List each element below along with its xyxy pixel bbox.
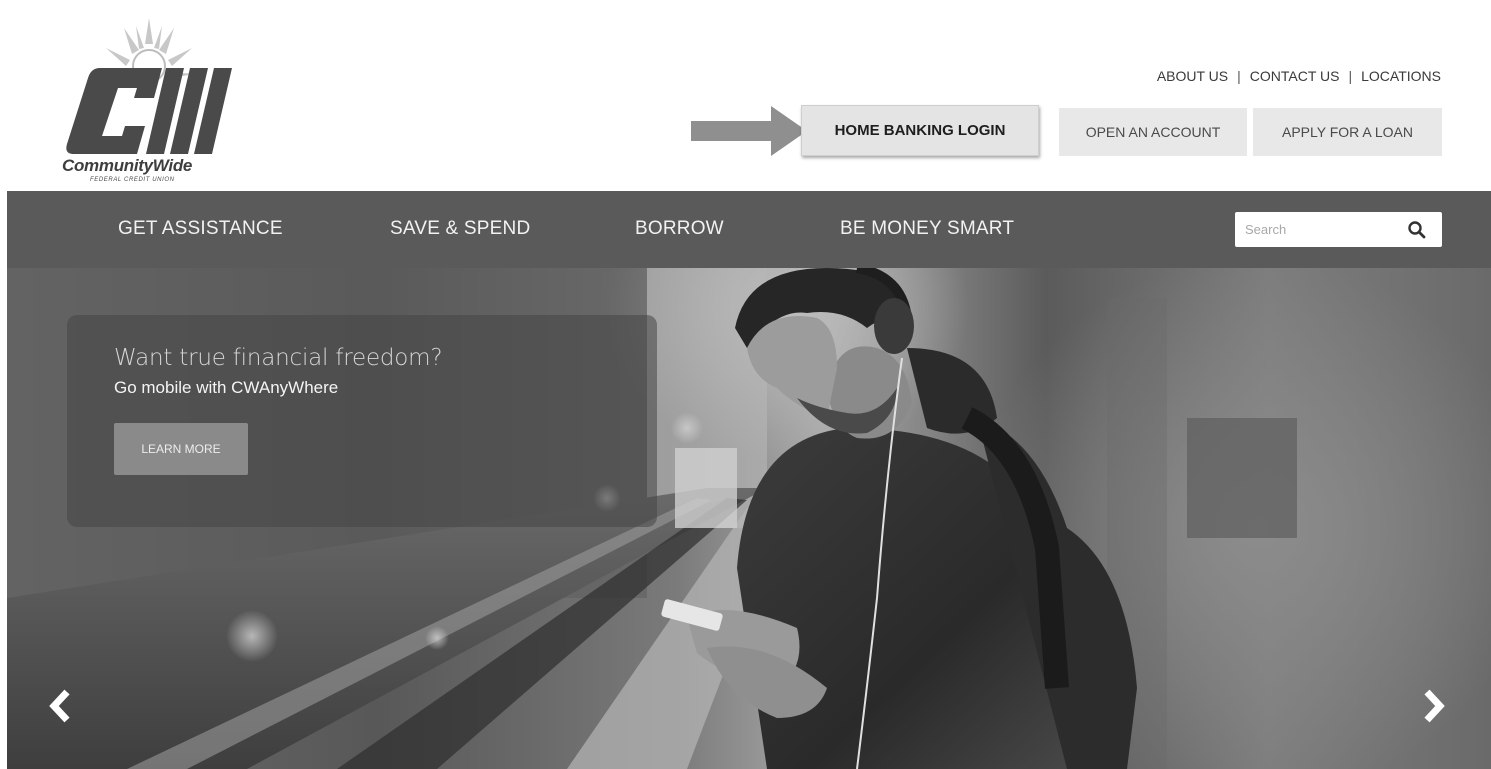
main-nav: GET ASSISTANCE SAVE & SPEND BORROW BE MO… — [7, 191, 1491, 268]
link-separator: | — [1237, 68, 1241, 84]
nav-item-be-money-smart[interactable]: BE MONEY SMART — [840, 218, 1014, 240]
utility-links: ABOUT US | CONTACT US | LOCATIONS — [1157, 68, 1441, 84]
site-header: CommunityWide FEDERAL CREDIT UNION ABOUT… — [0, 0, 1491, 191]
chevron-left-icon[interactable] — [45, 686, 75, 726]
search-icon[interactable] — [1407, 220, 1427, 240]
about-us-link[interactable]: ABOUT US — [1157, 68, 1228, 84]
promo-subtitle: Go mobile with CWAnyWhere — [114, 378, 339, 397]
callout-arrow-icon — [691, 106, 807, 156]
brand-subtitle: FEDERAL CREDIT UNION — [90, 177, 175, 183]
search-input[interactable] — [1235, 212, 1395, 247]
chevron-right-icon[interactable] — [1419, 686, 1449, 726]
nav-item-borrow[interactable]: BORROW — [635, 218, 724, 240]
search-box — [1235, 212, 1442, 247]
locations-link[interactable]: LOCATIONS — [1361, 68, 1441, 84]
open-account-button[interactable]: OPEN AN ACCOUNT — [1059, 108, 1247, 156]
contact-us-link[interactable]: CONTACT US — [1250, 68, 1340, 84]
link-separator: | — [1348, 68, 1353, 84]
cw-logo-mark-icon — [66, 68, 232, 154]
brand-name: CommunityWide — [62, 156, 193, 175]
promo-card: Want true financial freedom? Go mobile w… — [67, 315, 657, 527]
hero-banner: Want true financial freedom? Go mobile w… — [7, 268, 1491, 769]
home-banking-login-button[interactable]: HOME BANKING LOGIN — [801, 105, 1039, 156]
learn-more-button[interactable]: LEARN MORE — [114, 423, 248, 475]
apply-loan-button[interactable]: APPLY FOR A LOAN — [1253, 108, 1442, 156]
promo-title: Want true financial freedom? — [114, 345, 443, 371]
nav-item-get-assistance[interactable]: GET ASSISTANCE — [118, 218, 283, 240]
logo[interactable]: CommunityWide FEDERAL CREDIT UNION — [60, 18, 250, 188]
nav-item-save-spend[interactable]: SAVE & SPEND — [390, 218, 530, 240]
